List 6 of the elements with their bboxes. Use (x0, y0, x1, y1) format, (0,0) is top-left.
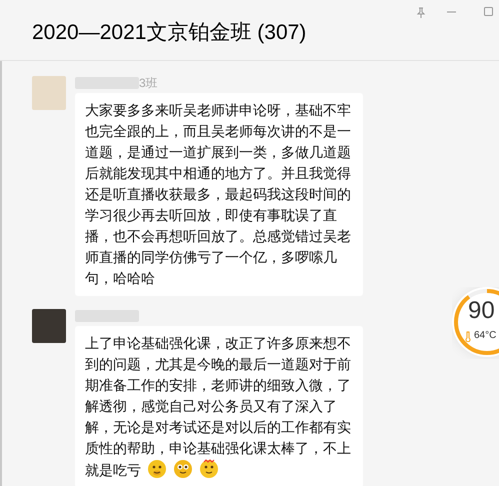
sender-name: 3班 (139, 75, 158, 92)
message-bubble: 大家要多多来听吴老师讲申论呀，基础不牢也完全跟的上，而且吴老师每次讲的不是一道题，是通过一道扩展到一类，多做几道题后就能发现其中相通的地方了。并且我觉得还是听直播收获最多，最起码我这段时间的学习很少再去听回放，即使有事耽误了直播，也不会再想听回放了。总感觉错过吴老师直播的同学仿佛亏了一个亿，多啰嗦几句，哈哈哈 (75, 93, 363, 296)
temperature-text: 64°C (474, 331, 496, 341)
window-title: 2020—2021文京铂金班 (307) (32, 22, 306, 43)
percent-value: 90 (468, 299, 495, 323)
message-bubble: 上了申论基础强化课，改正了许多原来想不到的问题，尤其是今晚的最后一道题对于前期准备工作的安排，老师讲的细致入微，了解透彻，感觉自己对公务员又有了深入了解，无论是对考试还是对以后的工作都有实质性的帮助，申论基础强化课太棒了，不上就是吃亏 (75, 326, 363, 486)
